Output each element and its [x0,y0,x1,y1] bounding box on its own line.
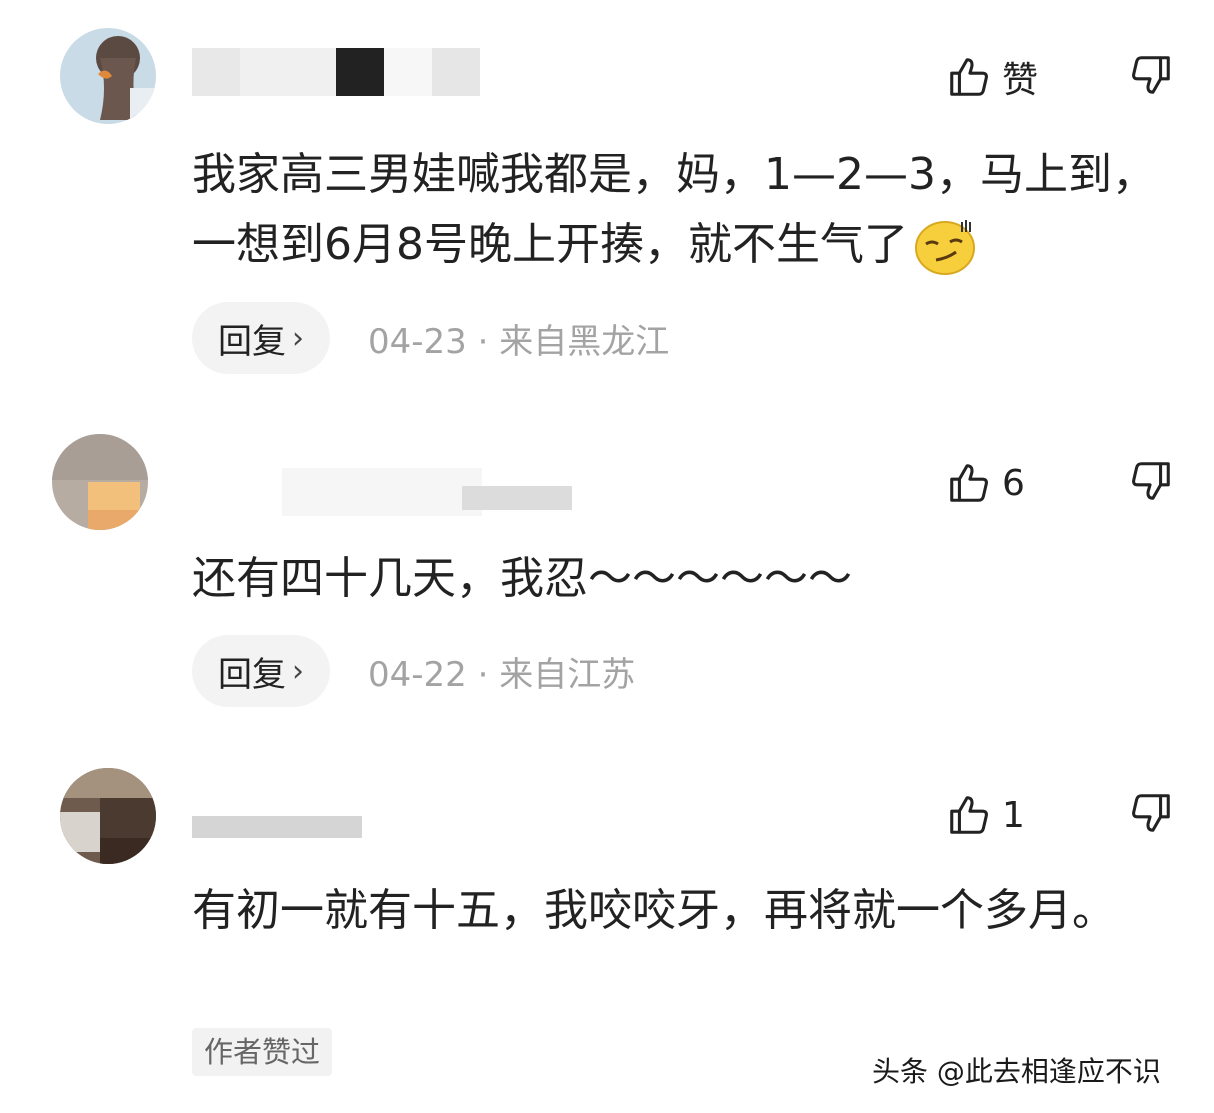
comment-actions: 回复 › 04-23 · 来自黑龙江 [192,302,669,374]
username-blurred[interactable] [192,796,392,846]
like-button[interactable]: 赞 [946,52,1038,102]
thumbs-down-icon [1132,462,1170,500]
reply-label: 回复 [218,654,286,695]
thumbs-up-icon [950,796,988,834]
like-button[interactable]: 1 [946,790,1025,840]
smirk-emoji-icon [915,220,975,275]
thumbs-up-icon [950,58,988,96]
comment-actions: 回复 › 04-22 · 来自江苏 [192,635,635,707]
thumbs-down-icon [1132,56,1170,94]
comment-text-content: 我家高三男娃喊我都是，妈，1—2—3，马上到，一想到6月8号晚上开揍，就不生气了 [192,149,1156,270]
dislike-button[interactable] [1128,52,1178,102]
chevron-right-icon: › [292,653,304,689]
comment-list: 赞 我家高三男娃喊我都是，妈，1—2—3，马上到，一想到6月8号晚上开揍，就不生… [0,0,1214,1113]
thumbs-up-icon [950,464,988,502]
username-blurred[interactable] [192,468,582,518]
comment-text: 还有四十几天，我忍～～～～～～ [192,553,852,604]
reply-button[interactable]: 回复 › [192,635,330,707]
like-count: 6 [1002,462,1025,504]
avatar[interactable] [52,434,148,530]
like-button[interactable]: 6 [946,458,1025,508]
comment-meta: 04-22 · 来自江苏 [368,654,636,695]
dislike-button[interactable] [1128,790,1178,840]
author-liked-badge: 作者赞过 [192,1028,333,1076]
reply-label: 回复 [218,321,286,362]
dislike-button[interactable] [1128,458,1178,508]
watermark: 头条 @此去相逢应不识 [872,1055,1161,1088]
reply-button[interactable]: 回复 › [192,302,330,374]
chevron-right-icon: › [292,320,304,356]
like-count: 1 [1002,794,1025,836]
comment-text: 有初一就有十五，我咬咬牙，再将就一个多月。 [192,885,1116,936]
avatar[interactable] [60,768,156,864]
like-label: 赞 [1002,60,1039,101]
username-blurred[interactable] [192,48,482,98]
avatar[interactable] [60,28,156,124]
thumbs-down-icon [1132,794,1170,832]
comment-text: 我家高三男娃喊我都是，妈，1—2—3，马上到，一想到6月8号晚上开揍，就不生气了 [192,140,1177,280]
comment-meta: 04-23 · 来自黑龙江 [368,321,670,362]
